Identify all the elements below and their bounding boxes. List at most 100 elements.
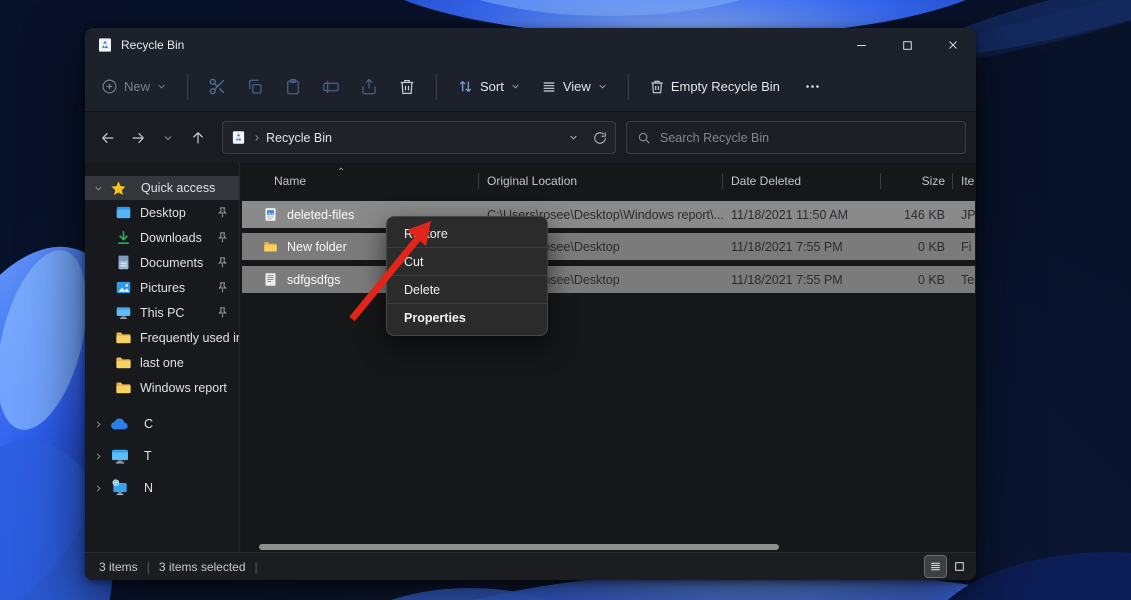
sidebar-item-documents[interactable]: Documents [85,250,239,275]
up-button[interactable] [183,122,213,154]
empty-recycle-bin-button[interactable]: Empty Recycle Bin [639,79,790,95]
minimize-button[interactable] [838,28,884,62]
large-icons-view-toggle[interactable] [949,556,970,577]
chevron-down-icon [510,81,521,92]
pin-icon [216,206,229,219]
search-input[interactable] [660,131,955,145]
sidebar-item-this-pc[interactable]: This PC [85,300,239,325]
forward-button[interactable] [123,122,153,154]
pc-icon [110,446,130,466]
rename-icon [322,78,340,96]
items-count: 3 items [99,560,138,574]
file-row-deleted-files[interactable]: deleted-files C:\Users\rosee\Desktop\Win… [242,201,975,228]
column-header-date-deleted[interactable]: Date Deleted [723,163,881,199]
chevron-right-icon[interactable] [93,451,104,462]
status-divider: | [147,560,150,574]
star-icon [110,180,127,197]
copy-icon [246,78,264,96]
context-menu-item-restore[interactable]: Restore [387,220,547,248]
context-menu-item-properties[interactable]: Properties [387,304,547,332]
column-header-name[interactable]: Name [241,163,479,199]
sidebar-item-network[interactable]: N [85,472,239,504]
scissors-icon [208,77,227,96]
desktop-icon [115,204,132,221]
column-headers: Name Original Location Date Deleted Size… [241,163,976,199]
sidebar-item-desktop[interactable]: Desktop [85,200,239,225]
context-menu-item-cut[interactable]: Cut [387,248,547,276]
refresh-icon[interactable] [593,131,607,145]
column-header-item-type[interactable]: Ite [953,163,976,199]
chevron-right-icon[interactable] [93,419,104,430]
window-title: Recycle Bin [121,38,184,52]
folder-icon [263,239,278,254]
scrollbar-thumb[interactable] [259,544,779,550]
navigation-pane: Quick access Desktop Downloads Documents… [85,163,240,552]
download-icon [115,229,132,246]
chevron-right-icon[interactable] [93,483,104,494]
column-header-size[interactable]: Size [881,163,953,199]
trash-icon [398,78,416,96]
large-icons-view-icon [953,560,966,573]
maximize-button[interactable] [884,28,930,62]
pin-icon [216,281,229,294]
explorer-window: Recycle Bin New Sort [85,28,976,580]
file-row-new-folder[interactable]: New folder C:\Users\rosee\Desktop 11/18/… [242,233,975,260]
close-button[interactable] [930,28,976,62]
view-button[interactable]: View [531,79,618,95]
search-box[interactable] [626,121,966,154]
title-bar[interactable]: Recycle Bin [85,28,976,62]
pin-icon [216,256,229,269]
folder-icon [115,379,132,396]
folder-icon [115,329,132,346]
address-bar[interactable]: Recycle Bin [222,121,616,154]
sidebar-item-last-one[interactable]: last one [85,350,239,375]
more-options-button[interactable] [790,78,835,95]
clipboard-icon [284,78,302,96]
copy-button[interactable] [236,70,274,104]
toolbar-divider [628,74,629,100]
share-button[interactable] [350,70,388,104]
file-row-sdfgsdfgs[interactable]: sdfgsdfgs C:\Users\rosee\Desktop 11/18/2… [242,266,975,293]
recycle-bin-app-icon [97,37,113,53]
text-file-icon [263,272,278,287]
breadcrumb[interactable]: Recycle Bin [266,131,332,145]
folder-icon [115,354,132,371]
share-icon [360,78,378,96]
new-button[interactable]: New [85,78,177,95]
horizontal-scrollbar[interactable] [241,542,976,552]
context-menu: Restore Cut Delete Properties [386,216,548,336]
paste-button[interactable] [274,70,312,104]
cloud-icon [110,414,130,434]
sidebar-item-downloads[interactable]: Downloads [85,225,239,250]
sidebar-item-quick-access[interactable]: Quick access [85,176,239,200]
context-menu-item-delete[interactable]: Delete [387,276,547,304]
pictures-icon [115,279,132,296]
selected-count: 3 items selected [159,560,246,574]
navigation-bar: Recycle Bin [85,112,976,163]
sidebar-item-pictures[interactable]: Pictures [85,275,239,300]
pin-icon [216,231,229,244]
file-list-pane: Name Original Location Date Deleted Size… [241,163,976,552]
address-dropdown-icon[interactable] [568,132,579,143]
chevron-right-icon [252,133,262,143]
view-lines-icon [541,79,557,95]
column-header-original-location[interactable]: Original Location [479,163,723,199]
sidebar-item-onedrive[interactable]: C [85,408,239,440]
details-view-icon [929,560,942,573]
cut-button[interactable] [198,70,236,104]
pc-icon [115,304,132,321]
command-bar: New Sort View Emp [85,62,976,112]
sidebar-item-windows-report[interactable]: Windows report [85,375,239,400]
status-divider: | [255,560,258,574]
rename-button[interactable] [312,70,350,104]
sidebar-item-this-pc-tree[interactable]: T [85,440,239,472]
delete-button[interactable] [388,70,426,104]
back-button[interactable] [93,122,123,154]
sort-button[interactable]: Sort [447,78,531,95]
chevron-down-icon[interactable] [93,183,104,194]
recent-locations-button[interactable] [153,122,183,154]
details-view-toggle[interactable] [925,556,946,577]
sidebar-item-frequently-used[interactable]: Frequently used ima [85,325,239,350]
sort-arrows-icon [457,78,474,95]
network-icon [110,478,130,498]
